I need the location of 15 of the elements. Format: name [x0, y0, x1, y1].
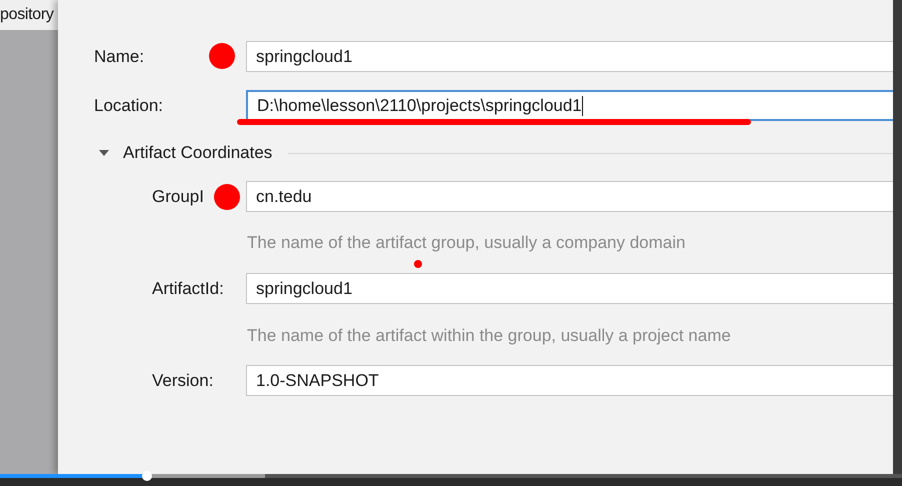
- input-field[interactable]: springcloud1: [246, 41, 893, 72]
- window-text: pository: [0, 5, 54, 25]
- field-label: GroupI: [152, 186, 204, 208]
- input-field[interactable]: springcloud1: [246, 273, 893, 304]
- field-label: Location:: [94, 94, 163, 117]
- field-label: ArtifactId:: [152, 278, 224, 300]
- hint-text: The name of the artifact within the group, usually a project name: [247, 325, 731, 348]
- input-field[interactable]: cn.tedu: [246, 181, 893, 212]
- input-field[interactable]: 1.0-SNAPSHOT: [246, 365, 893, 396]
- collapse-triangle-icon[interactable]: [98, 149, 110, 157]
- hint-text: The name of the artifact group, usually a company domain: [247, 232, 686, 254]
- section-title: Artifact Coordinates: [123, 142, 272, 164]
- field-label: Name:: [94, 46, 144, 68]
- input-field[interactable]: D:\home\lesson\2110\projects\springcloud1: [246, 90, 893, 121]
- field-label: Version:: [152, 370, 214, 392]
